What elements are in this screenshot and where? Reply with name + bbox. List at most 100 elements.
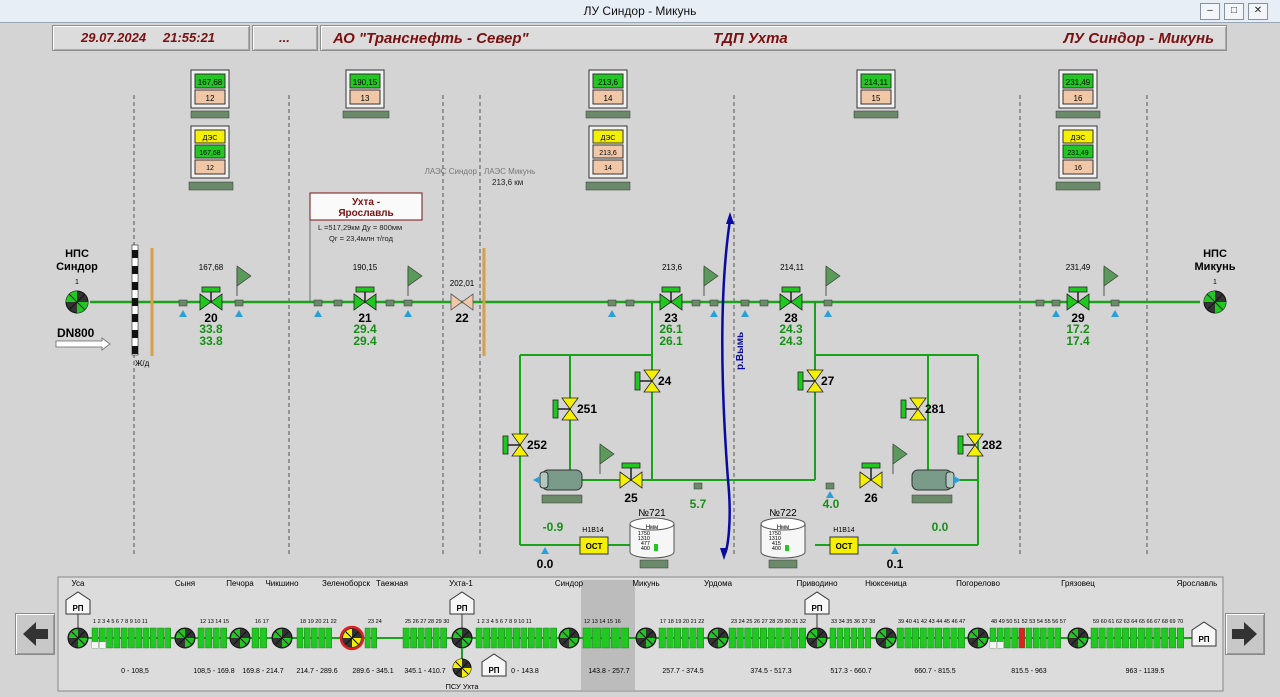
- overview-valve-block[interactable]: [942, 627, 950, 649]
- overview-valve-block[interactable]: [212, 627, 220, 649]
- telemetry-3-des[interactable]: ДЭС 213,6 14: [585, 125, 631, 191]
- overview-valve-block[interactable]: [1161, 627, 1169, 649]
- overview-valve-block[interactable]: [220, 627, 228, 649]
- overview-valve-block[interactable]: [490, 627, 498, 649]
- overview-pump-icon[interactable]: [635, 627, 657, 649]
- telemetry-1[interactable]: 167,68 12: [190, 69, 230, 119]
- overview-valve-block[interactable]: [697, 627, 704, 649]
- overview-valve-block[interactable]: [1040, 627, 1047, 649]
- overview-valve-block[interactable]: [620, 627, 629, 649]
- overview-valve-block[interactable]: [935, 627, 942, 649]
- overview-pump-icon[interactable]: [1067, 627, 1089, 649]
- overview-valve-block[interactable]: [904, 627, 912, 649]
- overview-valve-block[interactable]: [681, 627, 689, 649]
- overview-valve-block[interactable]: [601, 627, 611, 649]
- overview-valve-block[interactable]: [483, 627, 491, 649]
- overview-valve-block[interactable]: [736, 627, 744, 649]
- overview-valve-block[interactable]: [149, 627, 157, 649]
- valve-28[interactable]: 214,11 28 24.3 24.3: [740, 263, 841, 348]
- overview-valve-block[interactable]: [658, 627, 666, 649]
- overview-valve-block[interactable]: [251, 627, 260, 649]
- overview-valve-block[interactable]: [958, 627, 965, 649]
- overview-valve-block[interactable]: [135, 627, 142, 649]
- valve-26[interactable]: 26: [859, 462, 883, 505]
- overview-valve-block[interactable]: [799, 627, 807, 649]
- overview-valve-block[interactable]: [296, 627, 304, 649]
- overview-valve-block[interactable]: [864, 627, 872, 649]
- overview-valve-block[interactable]: [919, 627, 927, 649]
- overview-valve-block[interactable]: [550, 627, 558, 649]
- overview-valve-block[interactable]: [1176, 627, 1184, 649]
- overview-pump-icon[interactable]: [967, 627, 989, 649]
- telemetry-2[interactable]: 190,15 13: [342, 69, 390, 119]
- overview-valve-block[interactable]: [505, 627, 513, 649]
- pig-launcher-left[interactable]: [533, 443, 615, 504]
- overview-valve-block[interactable]: [1129, 627, 1137, 649]
- valve-251[interactable]: 251: [552, 397, 597, 421]
- overview-valve-block[interactable]: [542, 627, 550, 649]
- overview-valve-block[interactable]: [767, 627, 775, 649]
- overview-valve-block[interactable]: [425, 627, 433, 649]
- ost-left[interactable]: Н1В14 ОСТ: [579, 527, 609, 555]
- valve-23[interactable]: 213,6 23 26.1 26.1: [607, 263, 719, 348]
- valve-282[interactable]: 282: [957, 433, 1002, 457]
- overview-valve-block[interactable]: [1145, 627, 1153, 649]
- overview-valve-block[interactable]: [432, 627, 440, 649]
- overview-valve-block[interactable]: [850, 627, 858, 649]
- overview-valve-block[interactable]: [1011, 627, 1018, 649]
- overview-pump-icon[interactable]: [558, 627, 580, 649]
- overview-valve-block[interactable]: [498, 627, 505, 649]
- overview-valve-block[interactable]: [364, 627, 371, 649]
- overview-valve-block[interactable]: [689, 627, 697, 649]
- overview-valve-block[interactable]: [475, 627, 483, 649]
- telemetry-5[interactable]: 231,49 16: [1055, 69, 1101, 119]
- overview-pump-icon[interactable]: [174, 627, 196, 649]
- overview-valve-block[interactable]: [535, 627, 543, 649]
- overview-valve-block[interactable]: [528, 627, 535, 649]
- valve-25[interactable]: 25: [619, 462, 643, 505]
- overview-valve-block[interactable]: [1106, 627, 1114, 649]
- telemetry-4[interactable]: 214,11 15: [853, 69, 899, 119]
- overview-valve-block[interactable]: [592, 627, 601, 649]
- telemetry-1-des[interactable]: ДЭС 167,68 12: [188, 125, 234, 191]
- overview-valve-block[interactable]: [843, 627, 851, 649]
- overview-valve-block[interactable]: [113, 627, 121, 649]
- overview-valve-block[interactable]: [1032, 627, 1040, 649]
- overview-valve-block[interactable]: [1122, 627, 1130, 649]
- overview-valve-block[interactable]: [164, 627, 171, 649]
- overview-valve-block[interactable]: [1098, 627, 1106, 649]
- overview-valve-block[interactable]: [1114, 627, 1122, 649]
- overview-pump-icon[interactable]: [707, 627, 729, 649]
- overview-valve-block[interactable]: [1025, 627, 1033, 649]
- overview-valve-block[interactable]: [775, 627, 783, 649]
- valve-20[interactable]: 167,68 20 33.8 33.8: [178, 263, 252, 348]
- overview-pump-icon[interactable]: [875, 627, 897, 649]
- overview-valve-block[interactable]: [371, 627, 378, 649]
- overview-valve-block[interactable]: [325, 627, 332, 649]
- prev-page-button[interactable]: [15, 613, 55, 655]
- overview-valve-block[interactable]: [744, 627, 752, 649]
- overview-valve-block[interactable]: [783, 627, 791, 649]
- overview-valve-block[interactable]: [836, 627, 844, 649]
- overview-pump-icon[interactable]: [451, 627, 473, 649]
- overview-valve-block[interactable]: [1054, 627, 1062, 649]
- psu-ukhta-pump-icon[interactable]: [452, 658, 472, 678]
- overview-pump-icon[interactable]: [67, 627, 89, 649]
- valve-22[interactable]: 202,01 22: [450, 279, 475, 325]
- overview-valve-block[interactable]: [513, 627, 520, 649]
- valve-281[interactable]: 281: [900, 397, 945, 421]
- overview-valve-block[interactable]: [829, 627, 837, 649]
- overview-valve-block[interactable]: [520, 627, 528, 649]
- overview-valve-block[interactable]: [106, 627, 113, 649]
- overview-valve-block[interactable]: [791, 627, 799, 649]
- next-page-button[interactable]: [1225, 613, 1265, 655]
- valve-27[interactable]: 27: [797, 369, 835, 393]
- overview-valve-block[interactable]: [318, 627, 325, 649]
- overview-valve-block[interactable]: [440, 627, 448, 649]
- overview-valve-block[interactable]: [157, 627, 164, 649]
- valve-252[interactable]: 252: [502, 433, 547, 457]
- start-station-pump-icon[interactable]: [65, 290, 89, 314]
- overview-valve-block[interactable]: [912, 627, 919, 649]
- tank-721[interactable]: №721 Нмм 1750 1310 477 400: [629, 508, 675, 569]
- overview-valve-block[interactable]: [760, 627, 768, 649]
